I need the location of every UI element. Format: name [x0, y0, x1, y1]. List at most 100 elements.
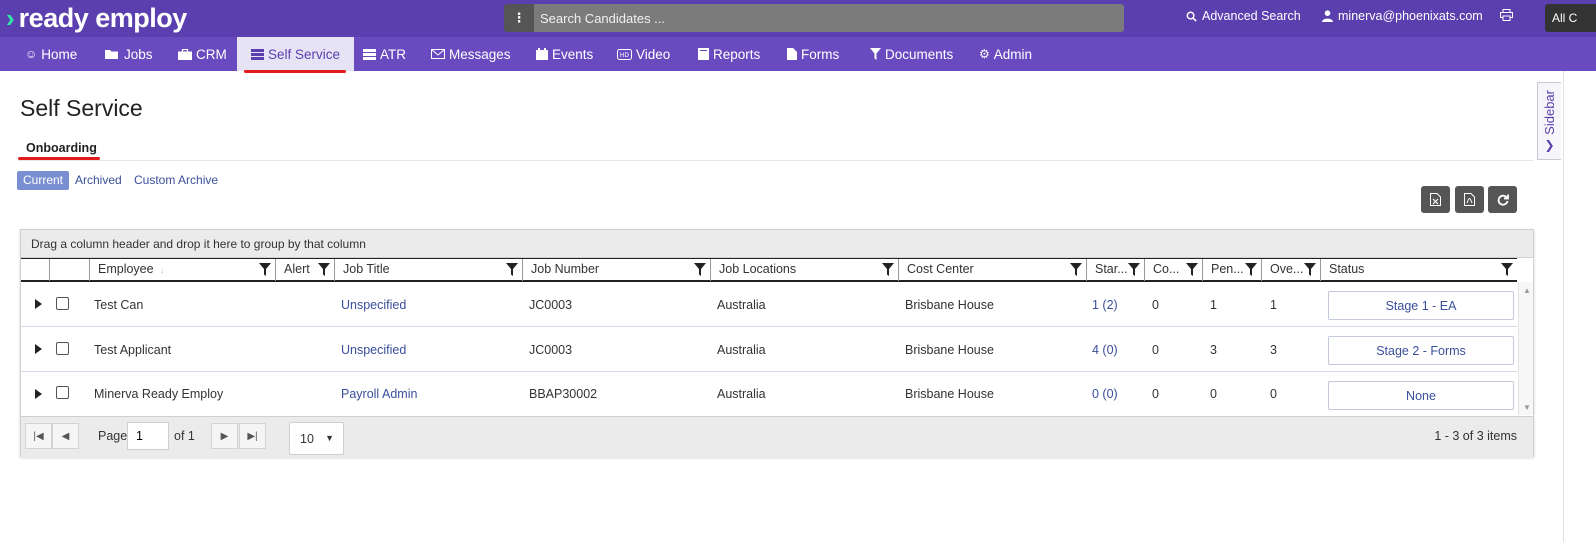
header-overdue[interactable]: Ove...	[1261, 259, 1320, 281]
header-started[interactable]: Star...	[1086, 259, 1144, 281]
filter-icon[interactable]	[1501, 263, 1513, 276]
nav-atr[interactable]: ATR	[363, 37, 406, 71]
print-icon[interactable]	[1500, 8, 1513, 24]
filter-icon[interactable]	[1304, 263, 1316, 276]
logo[interactable]: › ready employ	[6, 2, 187, 34]
header-status-label: Status	[1329, 262, 1365, 276]
cell-location: Australia	[717, 387, 766, 401]
filter-icon[interactable]	[259, 263, 271, 276]
search-bar: ⋮	[504, 4, 1124, 32]
header-job-locations[interactable]: Job Locations	[710, 259, 898, 281]
nav-crm-label: CRM	[196, 46, 227, 62]
row-checkbox[interactable]	[56, 386, 69, 399]
search-input[interactable]	[534, 4, 1124, 32]
table-row[interactable]: Minerva Ready Employ Payroll Admin BBAP3…	[21, 372, 1517, 417]
table-row[interactable]: Test Can Unspecified JC0003 Australia Br…	[21, 282, 1517, 327]
status-button[interactable]: Stage 1 - EA	[1328, 291, 1514, 320]
filter-icon[interactable]	[694, 263, 706, 276]
header-alert[interactable]: Alert	[275, 259, 334, 281]
sidebar-label: Sidebar	[1542, 89, 1557, 135]
header-employee-label: Employee	[98, 262, 154, 276]
last-page-button[interactable]: ▶|	[239, 423, 266, 449]
header-completed[interactable]: Co...	[1144, 259, 1202, 281]
next-page-button[interactable]: ▶	[211, 423, 238, 449]
nav-messages[interactable]: Messages	[431, 37, 511, 71]
cell-job-title[interactable]: Unspecified	[341, 327, 406, 371]
filter-current[interactable]: Current	[17, 171, 70, 190]
header-job-title[interactable]: Job Title	[334, 259, 522, 281]
cell-job-title[interactable]: Unspecified	[341, 282, 406, 326]
cell-cost-center: Brisbane House	[905, 343, 994, 357]
nav-events[interactable]: Events	[536, 37, 593, 71]
row-checkbox[interactable]	[56, 342, 69, 355]
expand-arrow-icon[interactable]	[35, 299, 42, 309]
tab-onboarding[interactable]: Onboarding	[26, 141, 97, 155]
cell-started[interactable]: 1 (2)	[1092, 282, 1118, 326]
export-excel-button[interactable]	[1421, 186, 1450, 213]
list-icon	[251, 48, 264, 60]
group-drop-area[interactable]: Drag a column header and drop it here to…	[21, 230, 1533, 258]
filter-icon[interactable]	[318, 263, 330, 276]
user-menu[interactable]: minerva@phoenixats.com	[1322, 9, 1483, 23]
header-cost-center[interactable]: Cost Center	[898, 259, 1086, 281]
filter-icon[interactable]	[1128, 263, 1140, 276]
filter-custom-archive[interactable]: Custom Archive	[128, 171, 224, 190]
nav-crm[interactable]: CRM	[178, 37, 227, 71]
search-options-icon[interactable]: ⋮	[504, 4, 534, 32]
row-checkbox[interactable]	[56, 297, 69, 310]
all-dropdown[interactable]: All C	[1545, 4, 1596, 32]
filter-archived[interactable]: Archived	[69, 171, 128, 190]
logo-chevron-icon: ›	[6, 3, 15, 33]
header-status[interactable]: Status	[1320, 259, 1517, 281]
prev-page-button[interactable]: ◀	[52, 423, 79, 449]
nav-documents[interactable]: Documents	[870, 37, 953, 71]
scroll-up-icon[interactable]: ▲	[1523, 286, 1531, 295]
pager: |◀ ◀ Page of 1 ▶ ▶| 10 ▼ 1 - 3 of 3 item…	[21, 416, 1533, 457]
cell-job-title[interactable]: Payroll Admin	[341, 372, 417, 416]
filter-icon[interactable]	[882, 263, 894, 276]
nav-admin[interactable]: ⚙ Admin	[979, 37, 1032, 71]
cell-employee: Test Applicant	[94, 343, 172, 357]
status-button[interactable]: Stage 2 - Forms	[1328, 336, 1514, 365]
header-pending[interactable]: Pen...	[1202, 259, 1261, 281]
header-employee[interactable]: Employee ↓	[89, 259, 275, 281]
filter-icon[interactable]	[1245, 263, 1257, 276]
refresh-icon	[1497, 194, 1509, 206]
page-number-input[interactable]	[127, 422, 169, 450]
nav-self-service[interactable]: Self Service	[237, 37, 355, 71]
nav-home[interactable]: ☺ Home	[25, 37, 77, 71]
pager-info: 1 - 3 of 3 items	[1434, 429, 1517, 443]
header-job-number[interactable]: Job Number	[522, 259, 710, 281]
expand-arrow-icon[interactable]	[35, 389, 42, 399]
refresh-button[interactable]	[1488, 186, 1517, 213]
filter-icon[interactable]	[1186, 263, 1198, 276]
nav-jobs-label: Jobs	[124, 46, 153, 62]
filter-icon[interactable]	[506, 263, 518, 276]
page-size-value: 10	[300, 432, 314, 446]
status-button[interactable]: None	[1328, 381, 1514, 410]
advanced-search-link[interactable]: Advanced Search	[1186, 9, 1301, 23]
nav-video[interactable]: HD Video	[617, 37, 670, 71]
calendar-icon	[536, 48, 548, 60]
filter-icon[interactable]	[1070, 263, 1082, 276]
advanced-search-label: Advanced Search	[1202, 9, 1301, 23]
expand-arrow-icon[interactable]	[35, 344, 42, 354]
cell-location: Australia	[717, 298, 766, 312]
envelope-icon	[431, 49, 445, 59]
scroll-down-icon[interactable]: ▼	[1523, 403, 1531, 412]
nav-forms[interactable]: Forms	[787, 37, 839, 71]
export-pdf-button[interactable]	[1455, 186, 1484, 213]
nav-jobs[interactable]: Jobs	[105, 37, 153, 71]
cell-completed: 0	[1152, 298, 1159, 312]
sidebar-toggle[interactable]: Sidebar ❯	[1537, 82, 1561, 160]
page-size-select[interactable]: 10 ▼	[289, 422, 344, 455]
cell-started[interactable]: 4 (0)	[1092, 327, 1118, 371]
vertical-scrollbar[interactable]: ▲ ▼	[1518, 282, 1533, 415]
logo-text: ready employ	[18, 2, 188, 33]
table-row[interactable]: Test Applicant Unspecified JC0003 Austra…	[21, 327, 1517, 372]
nav-reports[interactable]: Reports	[698, 37, 760, 71]
cell-cost-center: Brisbane House	[905, 387, 994, 401]
first-page-button[interactable]: |◀	[25, 423, 52, 449]
cell-started[interactable]: 0 (0)	[1092, 372, 1118, 416]
cell-location: Australia	[717, 343, 766, 357]
